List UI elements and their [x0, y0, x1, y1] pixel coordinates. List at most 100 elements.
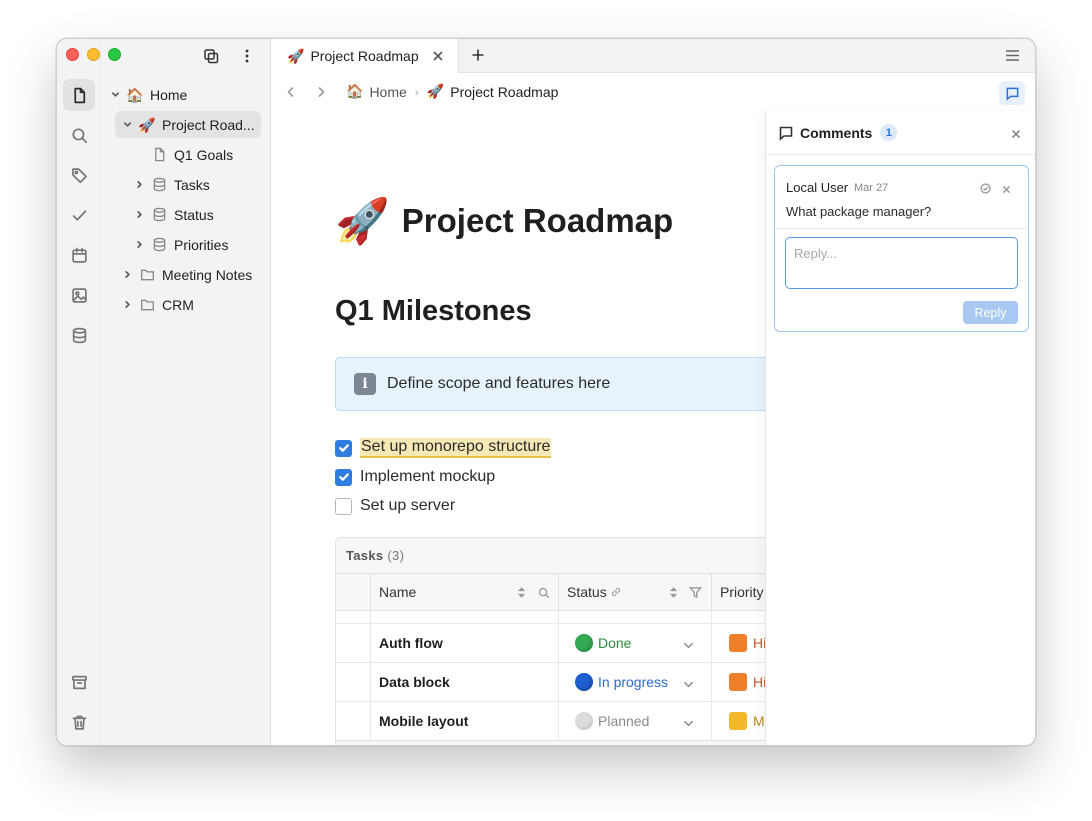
comments-title: Comments	[800, 124, 873, 141]
reply-button[interactable]: Reply	[963, 301, 1018, 324]
checkbox-checked[interactable]	[335, 468, 352, 486]
rail-archive-button[interactable]	[63, 666, 95, 698]
tab-project-roadmap[interactable]: 🚀 Project Roadmap	[271, 39, 459, 73]
tree-item-label: Home	[150, 86, 188, 103]
chevron-down-icon[interactable]	[683, 716, 694, 732]
chevron-right-icon	[318, 87, 325, 97]
tree-item-priorities[interactable]: Priorities	[133, 231, 261, 258]
tree-item-meeting-notes[interactable]: Meeting Notes	[121, 261, 261, 288]
todo-item[interactable]: Set up server	[335, 494, 455, 518]
chevron-right-icon[interactable]	[121, 299, 133, 311]
tab-menu-button[interactable]	[1005, 49, 1021, 63]
new-tab-button[interactable]	[471, 48, 487, 64]
cell-status[interactable]: Planned	[559, 702, 712, 740]
rail-database-button[interactable]	[63, 319, 95, 351]
close-window-button[interactable]	[66, 48, 79, 61]
comments-toggle-button[interactable]	[999, 81, 1025, 105]
chevron-down-icon[interactable]	[683, 677, 694, 693]
new-page-button[interactable]	[199, 45, 223, 67]
table-row[interactable]: Auth flow Done Hi	[336, 624, 794, 663]
todo-label[interactable]: Set up server	[360, 497, 455, 515]
page-title[interactable]: 🚀 Project Roadmap	[335, 195, 673, 247]
checkbox-checked[interactable]	[335, 439, 352, 457]
add-row-button[interactable]	[336, 740, 794, 745]
todo-item[interactable]: Implement mockup	[335, 465, 495, 489]
comment-icon	[779, 126, 793, 141]
rail-search-button[interactable]	[63, 119, 95, 151]
chevron-down-icon[interactable]	[109, 89, 121, 101]
search-icon[interactable]	[538, 587, 550, 599]
table-row[interactable]: Data block In progress Hi	[336, 663, 794, 702]
close-comments-button[interactable]	[1011, 126, 1023, 139]
cell-status[interactable]: In progress	[559, 663, 712, 701]
reply-input[interactable]	[785, 237, 1018, 289]
callout-text[interactable]: Define scope and features here	[387, 375, 610, 393]
tree-item-project-roadmap[interactable]: 🚀 Project Road...	[115, 111, 261, 138]
cell-name[interactable]: Auth flow	[371, 624, 559, 662]
column-name[interactable]: Name	[371, 574, 559, 610]
rail-trash-button[interactable]	[63, 706, 95, 738]
column-label: Priority	[720, 584, 764, 600]
todo-label[interactable]: Set up monorepo structure	[360, 438, 552, 458]
todo-item[interactable]: Set up monorepo structure	[335, 436, 552, 460]
breadcrumb-separator: ›	[414, 84, 419, 99]
section-heading[interactable]: Q1 Milestones	[335, 295, 532, 328]
breadcrumb-current[interactable]: Project Roadmap	[450, 84, 558, 100]
back-button[interactable]	[285, 85, 299, 99]
tree-item-tasks[interactable]: Tasks	[133, 171, 261, 198]
column-label: Status	[567, 584, 607, 600]
folder-icon	[139, 267, 155, 283]
row-handle[interactable]	[336, 663, 371, 701]
tree-item-crm[interactable]: CRM	[121, 291, 261, 318]
row-handle-header	[336, 574, 371, 610]
column-status[interactable]: Status	[559, 574, 712, 610]
rocket-emoji-icon[interactable]: 🚀	[335, 195, 390, 247]
chevron-right-icon[interactable]	[121, 269, 133, 281]
cell-status[interactable]: Done	[559, 624, 712, 662]
row-handle[interactable]	[336, 624, 371, 662]
tree-item-home[interactable]: 🏠 Home	[109, 81, 259, 108]
delete-comment-button[interactable]	[1002, 181, 1014, 194]
chevron-right-icon[interactable]	[133, 239, 145, 251]
filter-icon[interactable]	[689, 586, 702, 599]
rail-media-button[interactable]	[63, 279, 95, 311]
rocket-emoji-icon: 🚀	[138, 116, 156, 133]
rail-calendar-button[interactable]	[63, 239, 95, 271]
close-icon[interactable]	[432, 49, 446, 63]
chevron-right-icon[interactable]	[133, 179, 145, 191]
database-icon	[151, 237, 167, 253]
table-spacer-row	[336, 611, 794, 624]
page-icon	[151, 147, 167, 163]
cell-name[interactable]: Data block	[371, 663, 559, 701]
chevron-right-icon[interactable]	[133, 209, 145, 221]
checkbox-unchecked[interactable]	[335, 497, 352, 515]
rail-tasks-button[interactable]	[63, 199, 95, 231]
check-icon	[338, 444, 349, 452]
callout-block[interactable]: i Define scope and features here	[335, 357, 795, 411]
table-row[interactable]: Mobile layout Planned M	[336, 702, 794, 741]
sort-icon[interactable]	[669, 586, 678, 599]
minimize-window-button[interactable]	[87, 48, 100, 61]
row-handle[interactable]	[336, 702, 371, 740]
sort-icon[interactable]	[517, 586, 526, 599]
tree-item-q1-goals[interactable]: Q1 Goals	[151, 141, 261, 168]
table-title[interactable]: Tasks (3)	[346, 548, 404, 563]
forward-button[interactable]	[315, 85, 329, 99]
tree-item-status[interactable]: Status	[133, 201, 261, 228]
comment-author: Local User	[786, 180, 849, 195]
chevron-down-icon[interactable]	[683, 638, 694, 654]
sidebar-more-button[interactable]	[235, 45, 259, 67]
page-title-text[interactable]: Project Roadmap	[402, 202, 673, 240]
resolve-comment-button[interactable]	[980, 181, 992, 194]
tree-item-label: Project Road...	[162, 116, 255, 133]
rail-pages-button[interactable]	[63, 79, 95, 111]
zoom-window-button[interactable]	[108, 48, 121, 61]
breadcrumb-home[interactable]: Home	[369, 84, 406, 100]
info-icon: i	[354, 373, 376, 395]
todo-label[interactable]: Implement mockup	[360, 468, 495, 486]
chevron-down-icon[interactable]	[121, 119, 133, 131]
copy-icon	[204, 49, 219, 64]
calendar-icon	[71, 247, 87, 263]
rail-tags-button[interactable]	[63, 159, 95, 191]
cell-name[interactable]: Mobile layout	[371, 702, 559, 740]
